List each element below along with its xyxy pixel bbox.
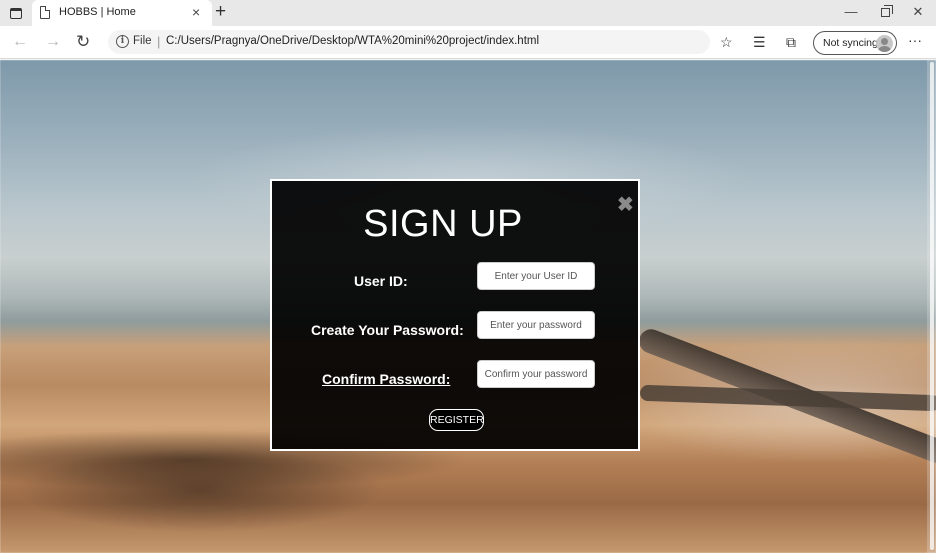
address-separator: | [157, 34, 161, 49]
page-scrollbar[interactable] [927, 60, 936, 553]
url-text[interactable]: C:/Users/Pragnya/OneDrive/Desktop/WTA%20… [166, 35, 539, 47]
restore-icon [880, 5, 893, 17]
tab-title: HOBBS | Home [59, 6, 136, 18]
new-tab-button[interactable]: + [215, 1, 226, 23]
page-viewport: ✖ SIGN UP User ID: Create Your Password:… [0, 60, 936, 553]
user-id-input[interactable] [477, 262, 595, 290]
user-id-label: User ID: [354, 273, 408, 289]
document-icon [40, 5, 51, 19]
add-favorite-icon[interactable]: ☆ [720, 34, 733, 50]
confirm-password-input[interactable] [477, 360, 595, 388]
signup-modal: ✖ SIGN UP User ID: Create Your Password:… [270, 179, 640, 451]
scrollbar-thumb[interactable] [930, 62, 934, 550]
title-bar: HOBBS | Home × + — ✕ [0, 0, 936, 26]
close-icon[interactable]: ✖ [617, 195, 634, 215]
create-password-input[interactable] [477, 311, 595, 339]
sync-status-label: Not syncing [823, 37, 878, 49]
browser-tab[interactable]: HOBBS | Home × [32, 0, 212, 26]
scheme-label: File [133, 35, 152, 47]
confirm-password-label: Confirm Password: [322, 371, 451, 387]
tab-actions-icon[interactable] [6, 4, 26, 22]
close-window-button[interactable]: ✕ [903, 3, 933, 21]
forward-button[interactable]: → [45, 33, 61, 51]
minimize-button[interactable]: — [836, 3, 866, 21]
profile-sync-button[interactable]: Not syncing [813, 31, 897, 55]
tab-close-icon[interactable]: × [192, 4, 200, 20]
back-button[interactable]: ← [12, 33, 28, 51]
modal-title: SIGN UP [363, 203, 523, 245]
more-options-icon[interactable]: ··· [908, 32, 922, 48]
info-icon[interactable]: i [116, 35, 129, 48]
avatar-icon [876, 35, 893, 52]
address-bar[interactable]: i File | C:/Users/Pragnya/OneDrive/Deskt… [108, 30, 710, 54]
create-password-label: Create Your Password: [311, 322, 464, 338]
navigation-bar: ← → ↻ i File | C:/Users/Pragnya/OneDrive… [0, 26, 936, 59]
collections-icon[interactable]: ⧉ [786, 34, 796, 50]
restore-button[interactable] [870, 3, 900, 21]
reload-button[interactable]: ↻ [76, 33, 90, 51]
register-button[interactable]: REGISTER [429, 409, 484, 431]
favorites-icon[interactable]: ☰ [753, 34, 766, 50]
